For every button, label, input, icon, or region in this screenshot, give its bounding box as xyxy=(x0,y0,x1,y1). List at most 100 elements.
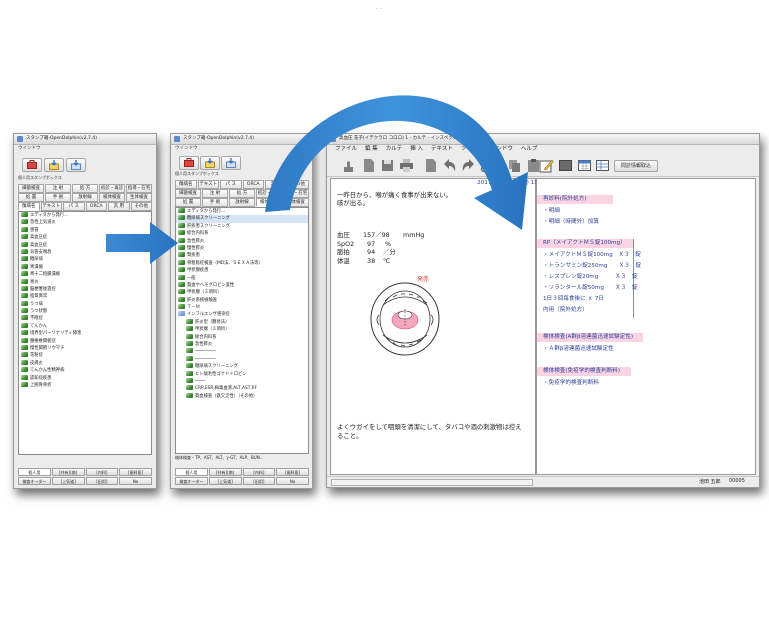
order-line: ・トランサミン錠250mg Ｘ３ 錠 xyxy=(543,263,641,269)
tree-item[interactable]: ヒト絨毛性ゴナドトロピン xyxy=(176,370,308,378)
tree-item[interactable]: 急性膵炎 xyxy=(176,341,308,348)
stamp-icon xyxy=(186,348,193,354)
tab-disease-name[interactable]: 傷病名 xyxy=(18,202,40,211)
tab-text[interactable]: テキスト xyxy=(40,202,62,211)
tab-specimen-test[interactable]: 検体検査 xyxy=(99,193,125,202)
tree-item[interactable]: 肝炎系統檢験査 xyxy=(176,296,308,304)
inquiry-import-button[interactable]: 問診情報取込 xyxy=(614,160,658,172)
tab-internal[interactable]: [内科] xyxy=(85,468,119,476)
tab-prescription[interactable]: 処 方 xyxy=(72,184,98,193)
list-item[interactable]: 皮膚炎 xyxy=(19,359,151,367)
tree-item[interactable]: 甲状腺（３項目） xyxy=(176,326,308,333)
list-item[interactable]: 胃十二指腸潰瘍 xyxy=(19,271,151,278)
tab-disease-name[interactable]: 傷病名 xyxy=(175,180,197,189)
footer-row: 検査オーダー [上気道] [旧用] No xyxy=(18,477,152,485)
tab-shared[interactable]: [共有](病) xyxy=(208,468,242,476)
tree-item[interactable]: ──── xyxy=(176,377,308,385)
tree-item[interactable]: 貧血検査（鉄欠乏性）（その他） xyxy=(176,392,308,400)
list-item[interactable]: 胃潰瘍 xyxy=(19,263,151,271)
list-item[interactable]: 不眠症 xyxy=(19,315,151,322)
tab-path[interactable]: パ ス xyxy=(63,202,85,211)
panel-icon[interactable] xyxy=(558,158,573,173)
list-item[interactable]: 胃炎 xyxy=(19,278,151,286)
tree-item[interactable]: 甲状腺（３項目） xyxy=(176,289,308,296)
tab-bacteria-test[interactable]: 細菌検査 xyxy=(18,184,44,193)
tab-other[interactable]: その他 xyxy=(130,202,152,211)
tree-item[interactable]: 骨粗鬆症検査（MD法、ＳＥＸＡ法等） xyxy=(176,259,308,267)
tree-item[interactable]: 糖尿病スクリーニング xyxy=(176,363,308,370)
tab-radiology[interactable]: 放射線 xyxy=(229,198,255,207)
tree-item[interactable]: Ｔ－Ｍ xyxy=(176,304,308,311)
footer-row: 検査オーダー [上気道] [旧用] No xyxy=(175,477,309,485)
calendar-icon[interactable] xyxy=(577,158,592,173)
tree-item[interactable]: ──────── xyxy=(176,355,308,363)
list-item[interactable]: てんかん xyxy=(19,322,151,330)
list-item[interactable]: 脳梗塞後遺症 xyxy=(19,285,151,293)
curved-arrow xyxy=(265,95,528,230)
tree-item[interactable]: 総合内科系 xyxy=(176,333,308,341)
tab-radiology[interactable]: 放射線 xyxy=(72,193,98,202)
tab-personal[interactable]: 個人用 xyxy=(175,468,208,476)
tab-guidance[interactable]: 指導・在宅 xyxy=(126,184,152,193)
import-button[interactable] xyxy=(200,156,220,170)
tree-folder[interactable]: インフルエンザ感染症 xyxy=(176,311,308,318)
tab-bacteria-test[interactable]: 細菌検査 xyxy=(175,189,201,198)
list-item[interactable]: てんかん性精神病 xyxy=(19,367,151,374)
tab-internal[interactable]: [内科] xyxy=(242,468,276,476)
tree-item[interactable]: 肝炎型（簡易法） xyxy=(176,318,308,326)
tab-treatment[interactable]: 処 置 xyxy=(175,198,201,207)
tab-orca[interactable]: ORCA xyxy=(85,202,107,211)
tab-injection[interactable]: 注 射 xyxy=(45,184,71,193)
tab-treatment[interactable]: 処 置 xyxy=(18,193,44,202)
vital-label: 脈拍 xyxy=(337,248,350,256)
order-line: ・Ａ群β溶連菌迅速試験定性 xyxy=(543,346,614,352)
list-item[interactable]: うつ状態 xyxy=(19,308,151,315)
order-panel[interactable]: 再診料(院外処方) ・明細 ・明細（時間外）加算 RP（メイアクトＭＳ錠100m… xyxy=(536,178,756,475)
stamp-icon xyxy=(186,326,193,332)
tab-injection[interactable]: 注 射 xyxy=(202,189,228,198)
stamp-tree[interactable]: エディタから発行... 糖尿病スクリーニング 肝疾患スクリーニング 総合内科系 … xyxy=(175,207,309,454)
import-button[interactable] xyxy=(44,158,64,172)
toolbox-button[interactable] xyxy=(179,156,199,170)
tree-item[interactable]: ──────── xyxy=(176,348,308,355)
menu-window[interactable]: ウインドウ xyxy=(14,145,156,153)
tree-item[interactable]: 一般 xyxy=(176,274,308,282)
vital-value: 38 xyxy=(367,256,376,265)
tab-path[interactable]: パ ス xyxy=(220,180,242,189)
list-item[interactable]: 認知症疾患 xyxy=(19,374,151,382)
list-item[interactable]: 境界型パーソナリティ障害 xyxy=(19,330,151,337)
tree-item[interactable]: CRP,ESR,梅毒血清,ALT,AST,RF xyxy=(176,385,308,392)
tab-general[interactable]: 汎 用 xyxy=(108,202,130,211)
list-item[interactable]: 上腕骨骨折 xyxy=(19,381,151,389)
tree-item[interactable]: 慢性膵炎 xyxy=(176,244,308,252)
tab-text[interactable]: テキスト xyxy=(197,180,219,189)
tree-item[interactable]: 甲状腺疾患 xyxy=(176,267,308,274)
stamp-icon xyxy=(21,248,28,254)
list-item[interactable]: 脂質異常 xyxy=(19,293,151,300)
stamp-icon xyxy=(21,330,28,336)
tab-physiology-test[interactable]: 生体検査 xyxy=(126,193,152,202)
window-title-bar[interactable]: スタンプ箱-OpenDolphin(v2.7.4) xyxy=(14,134,156,145)
stamp-icon xyxy=(178,289,185,295)
tab-prescription[interactable]: 処 方 xyxy=(229,189,255,198)
export-button[interactable] xyxy=(66,158,86,172)
tab-first-visit[interactable]: 初診・再診 xyxy=(99,184,125,193)
list-item[interactable]: 慢性関節リウマチ xyxy=(19,345,151,352)
list-item[interactable]: うつ病 xyxy=(19,300,151,308)
tree-item[interactable]: 腎疾患 xyxy=(176,252,308,259)
tab-surgery[interactable]: 手 術 xyxy=(45,193,71,202)
tab-personal[interactable]: 個人用 xyxy=(18,468,51,476)
tree-item[interactable]: 貧血やヘモグロビン変性 xyxy=(176,281,308,289)
list-item[interactable]: 花粉症 xyxy=(19,352,151,359)
tab-surgery[interactable]: 手 術 xyxy=(202,198,228,207)
toolbox-button[interactable] xyxy=(22,158,42,172)
export-button[interactable] xyxy=(221,156,241,170)
tab-shared[interactable]: [共有](病) xyxy=(51,468,85,476)
list-item[interactable]: エディタから発行... xyxy=(19,212,151,219)
list-item[interactable]: 腰椎椎間板症 xyxy=(19,337,151,345)
stamp-icon xyxy=(21,345,28,351)
tab-dental[interactable]: [歯科医] xyxy=(276,468,309,476)
tab-dental[interactable]: [歯科医] xyxy=(119,468,152,476)
footer-order: 検査オーダー xyxy=(175,477,208,485)
table-icon[interactable] xyxy=(595,158,610,173)
